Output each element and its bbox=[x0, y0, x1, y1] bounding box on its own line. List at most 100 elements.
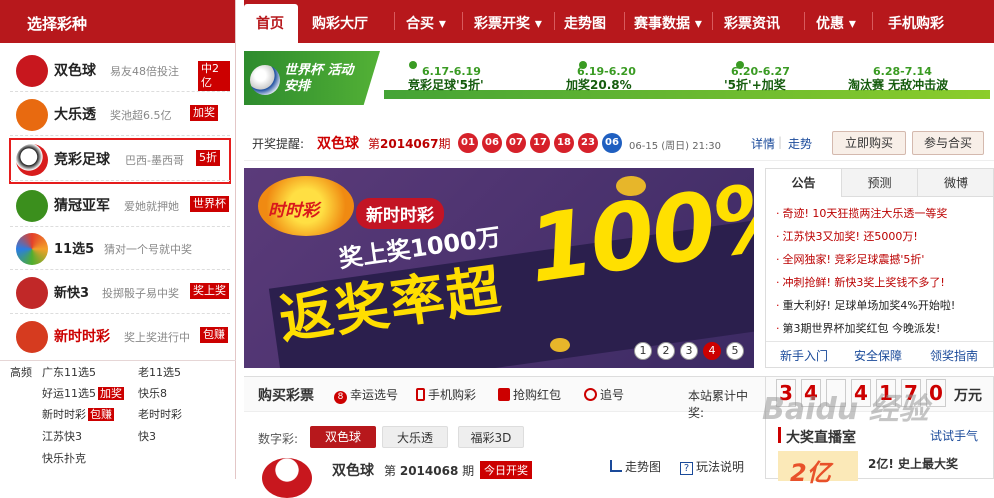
buy-link-redpacket[interactable]: 抢购红包 bbox=[498, 386, 561, 403]
nav-item-trend[interactable]: 走势图 bbox=[564, 13, 606, 33]
buy-link-chase[interactable]: 追号 bbox=[584, 386, 624, 403]
footer-link[interactable]: 安全保障 bbox=[854, 347, 902, 364]
sidebar-item-champion[interactable]: 猜冠亚军 爱她就押她 世界杯 bbox=[10, 183, 230, 227]
freq-item[interactable]: 新时时彩 包赚 bbox=[42, 406, 114, 422]
game-title: 双色球 bbox=[332, 463, 374, 479]
game-desc: 爱她就押她 bbox=[124, 200, 179, 213]
carousel-page[interactable]: 3 bbox=[680, 342, 698, 360]
dice-icon bbox=[16, 277, 48, 309]
rules-link[interactable]: ? 玩法说明 bbox=[680, 458, 744, 475]
nav-item-hall[interactable]: 购彩大厅 bbox=[312, 13, 368, 33]
carousel-page-active[interactable]: 4 bbox=[703, 342, 721, 360]
phase-title: 淘汰赛 无敌冲击波 bbox=[848, 78, 949, 92]
game-badge: 世界杯 bbox=[190, 196, 229, 212]
game-name: 新时时彩 bbox=[54, 329, 110, 345]
sidebar-item-ssq[interactable]: 双色球 易友48倍投注 中2亿 bbox=[10, 48, 230, 92]
nav-item-hemai[interactable]: 合买 ▾ bbox=[406, 13, 446, 33]
freq-item[interactable]: 好运11选5 加奖 bbox=[42, 385, 124, 401]
freq-item[interactable]: 快乐扑克 bbox=[42, 450, 86, 466]
brand-text: 时时彩 bbox=[268, 201, 319, 221]
carousel-page[interactable]: 2 bbox=[657, 342, 675, 360]
game-desc: 易友48倍投注 bbox=[110, 65, 179, 78]
notice-item[interactable]: · 冲刺抢鲜! 新快3奖上奖钱不多了! bbox=[776, 274, 945, 290]
sidebar-item-k3[interactable]: 新快3 投掷骰子易中奖 奖上奖 bbox=[10, 270, 230, 314]
blue-ball: 06 bbox=[602, 133, 622, 153]
sidebar-item-jczq[interactable]: 竞彩足球 巴西-墨西哥 5折 bbox=[10, 137, 230, 181]
carousel-page[interactable]: 1 bbox=[634, 342, 652, 360]
today-badge: 今日开奖 bbox=[480, 461, 532, 479]
draw-label: 开奖提醒: bbox=[252, 137, 305, 151]
buy-now-button[interactable]: 立即购买 bbox=[832, 131, 906, 155]
game-name: 猜冠亚军 bbox=[54, 198, 110, 214]
link-separator: | bbox=[778, 135, 783, 149]
red-ball: 01 bbox=[458, 133, 478, 153]
nav-item-news[interactable]: 彩票资讯 bbox=[724, 13, 780, 33]
game-name: 11选5 bbox=[54, 242, 95, 257]
num-tab-3d[interactable]: 福彩3D bbox=[458, 426, 524, 448]
footer-link[interactable]: 新手入门 bbox=[780, 347, 828, 364]
live-headline[interactable]: 2亿! 史上最大奖 bbox=[868, 455, 958, 472]
nav-item-mobile[interactable]: 手机购彩 bbox=[888, 13, 944, 33]
buy-section: 购买彩票 8 幸运选号 手机购彩 抢购红包 追号 本站累计中奖: 3 4 4 1 … bbox=[244, 376, 994, 498]
title-marker bbox=[778, 427, 781, 443]
trend-chart-link[interactable]: 走势图 bbox=[610, 458, 661, 475]
num-tab-ssq[interactable]: 双色球 bbox=[310, 426, 376, 448]
phase-title: 加奖20.8% bbox=[566, 78, 632, 92]
buy-link-mobile[interactable]: 手机购彩 bbox=[416, 386, 476, 403]
sidebar-item-ssc[interactable]: 新时时彩 奖上奖进行中 包赚 bbox=[10, 314, 230, 358]
draw-game[interactable]: 双色球 bbox=[317, 133, 359, 153]
tab-weibo[interactable]: 微博 bbox=[918, 169, 994, 197]
freq-item[interactable]: 老时时彩 bbox=[138, 406, 182, 422]
prize-image: 2亿 bbox=[778, 451, 858, 487]
notice-panel: 公告 预测 微博 · 奇迹! 10天狂揽两注大乐透一等奖 · 江苏快3又加奖! 还5… bbox=[765, 168, 994, 368]
worldcup-banner[interactable]: 世界杯 活动安排 6.17-6.19 竞彩足球'5折' 6.19-6.20 加奖… bbox=[244, 47, 994, 109]
promo-carousel[interactable]: 时时彩 新时时彩 奖上奖1000万 返奖率超 100% 1 2 3 4 5 bbox=[244, 168, 754, 368]
red-ball: 18 bbox=[554, 133, 574, 153]
game-badge: 5折 bbox=[196, 150, 220, 166]
join-group-button[interactable]: 参与合买 bbox=[912, 131, 984, 155]
game-period: 第 2014068 期 bbox=[384, 464, 475, 478]
red-ball: 06 bbox=[482, 133, 502, 153]
num-label: 数字彩: bbox=[258, 432, 299, 446]
num-tab-dlt[interactable]: 大乐透 bbox=[382, 426, 448, 448]
nav-item-results[interactable]: 彩票开奖 ▾ bbox=[474, 13, 542, 33]
game-name: 大乐透 bbox=[54, 107, 96, 123]
ssq-logo-icon bbox=[262, 458, 312, 498]
stat-label: 本站累计中奖: bbox=[688, 389, 749, 420]
notice-item[interactable]: · 重大利好! 足球单场加奖4%开始啦! bbox=[776, 297, 955, 313]
notice-item[interactable]: · 全网独家! 竞彩足球震撼'5折' bbox=[776, 251, 924, 267]
coin-icon bbox=[616, 176, 646, 196]
game-desc: 投掷骰子易中奖 bbox=[102, 287, 179, 300]
nav-item-match-data[interactable]: 赛事数据 ▾ bbox=[634, 13, 702, 33]
tab-forecast[interactable]: 预测 bbox=[842, 169, 918, 197]
freq-item[interactable]: 快3 bbox=[138, 428, 156, 444]
coin-icon bbox=[550, 338, 570, 352]
nav-item-home[interactable]: 首页 bbox=[256, 13, 284, 33]
freq-item[interactable]: 广东11选5 bbox=[42, 364, 96, 380]
game-name: 双色球 bbox=[54, 63, 96, 79]
tab-notice[interactable]: 公告 bbox=[766, 169, 842, 197]
freq-item[interactable]: 老11选5 bbox=[138, 364, 181, 380]
freq-item[interactable]: 快乐8 bbox=[138, 385, 167, 401]
football-icon bbox=[16, 144, 48, 176]
promo-tag: 新时时彩 bbox=[356, 198, 444, 229]
nav-item-promo[interactable]: 优惠 ▾ bbox=[816, 13, 856, 33]
divider bbox=[244, 160, 994, 161]
freq-label: 高频 bbox=[10, 366, 32, 379]
game-badge: 中2亿 bbox=[198, 61, 230, 91]
notice-item[interactable]: · 江苏快3又加奖! 还5000万! bbox=[776, 228, 918, 244]
trend-link[interactable]: 走势 bbox=[788, 135, 812, 152]
sidebar-item-dlt[interactable]: 大乐透 奖池超6.5亿 加奖 bbox=[10, 92, 230, 136]
footer-link[interactable]: 领奖指南 bbox=[930, 347, 978, 364]
sidebar-item-11x5[interactable]: 11选5 猜对一个号就中奖 bbox=[10, 226, 230, 270]
detail-link[interactable]: 详情 bbox=[751, 135, 775, 152]
buy-link-lucky[interactable]: 8 幸运选号 bbox=[334, 386, 398, 404]
watermark: Baidu 经验 bbox=[762, 392, 929, 427]
carousel-page[interactable]: 5 bbox=[726, 342, 744, 360]
freq-item[interactable]: 江苏快3 bbox=[42, 428, 82, 444]
try-luck-link[interactable]: 试试手气 bbox=[930, 427, 978, 444]
notice-item[interactable]: · 奇迹! 10天狂揽两注大乐透一等奖 bbox=[776, 205, 947, 221]
nav-separator bbox=[554, 12, 555, 30]
notice-item[interactable]: · 第3期世界杯加奖红包 今晚派发! bbox=[776, 320, 940, 336]
red-ball: 23 bbox=[578, 133, 598, 153]
